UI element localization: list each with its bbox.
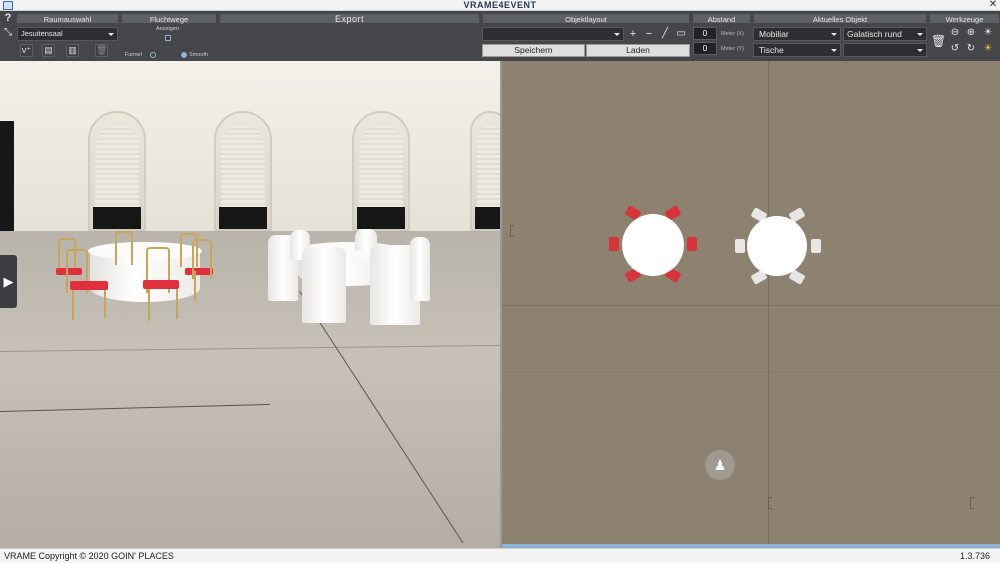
lightbulb-icon[interactable]: ☀ — [982, 27, 994, 39]
add-vertex-icon[interactable]: v⁺ — [20, 44, 33, 57]
open-folder-icon[interactable]: ▤ — [42, 44, 55, 57]
chevron-down-icon — [108, 33, 114, 36]
minus-icon[interactable]: − — [643, 28, 655, 40]
folder-icon[interactable]: ▭ — [675, 28, 687, 40]
red-chair-top[interactable] — [687, 237, 697, 251]
white-chair-top[interactable] — [735, 239, 745, 253]
help-button[interactable]: ? — [2, 12, 14, 24]
chair-seat — [70, 281, 108, 290]
plan-grid-line — [502, 372, 1000, 373]
camera-position-icon[interactable]: ♟ — [705, 450, 735, 480]
copyright-text: VRAME Copyright © 2020 GOIN' PLACES — [4, 551, 174, 561]
object-select[interactable]: Galatisch rund — [843, 27, 927, 41]
white-chair[interactable] — [410, 237, 430, 301]
chair-leg — [72, 290, 74, 320]
subcategory-select[interactable]: Tische — [753, 43, 841, 57]
funnel-label: Funnel — [125, 52, 142, 58]
rotate-right-icon[interactable]: ↻ — [965, 43, 977, 55]
variant-select[interactable] — [843, 43, 927, 57]
category-select[interactable]: Mobiliar — [753, 27, 841, 41]
edit-icon[interactable]: ╱ — [659, 28, 671, 40]
subcategory-value: Tische — [759, 45, 784, 55]
speichern-button[interactable]: Speichern — [482, 44, 585, 57]
trash-icon[interactable]: 🗑 — [95, 44, 108, 57]
funnel-radio[interactable] — [150, 52, 156, 58]
plan-grid-line — [502, 305, 1000, 306]
app-root: VRAME4EVENT ✕ ? ⤡ Raumauswahl Jesuitensa… — [0, 0, 1000, 563]
category-value: Mobiliar — [759, 29, 789, 39]
red-chair-top[interactable] — [609, 237, 619, 251]
export-button[interactable]: Export — [219, 13, 480, 24]
wall-marker — [970, 497, 974, 509]
import-icon[interactable]: ▥ — [66, 44, 79, 57]
trash-icon[interactable]: 🗑 — [931, 35, 946, 47]
arch-window — [214, 111, 272, 231]
chair-seat — [143, 280, 179, 289]
fluchtwege-header: Fluchtwege — [121, 13, 217, 24]
gala-table-top-view[interactable] — [622, 214, 684, 276]
smooth-label: Smooth — [189, 52, 208, 58]
abstand-y-unit: Meter (Y) — [721, 46, 744, 52]
aktuelles-objekt-header: Aktuelles Objekt — [753, 13, 927, 24]
anzeigen-label: Anzeigen — [156, 26, 179, 32]
chair-leg — [176, 289, 178, 319]
plus-icon[interactable]: + — [627, 28, 639, 40]
smooth-radio[interactable] — [181, 52, 187, 58]
zoom-out-icon[interactable]: ⊖ — [949, 27, 961, 39]
close-icon[interactable]: ✕ — [988, 0, 998, 10]
wall-marker — [768, 497, 772, 509]
objektlayout-header: Objektlayout — [482, 13, 690, 24]
2d-plan-view[interactable]: ♟ — [502, 61, 1000, 548]
3d-view[interactable]: ▶ — [0, 61, 500, 548]
rotate-left-icon[interactable]: ↺ — [949, 43, 961, 55]
white-chair[interactable] — [302, 247, 346, 323]
wall-pillar — [0, 121, 14, 231]
chevron-down-icon — [917, 33, 923, 36]
abstand-header: Abstand — [692, 13, 751, 24]
layout-select[interactable] — [482, 27, 624, 41]
white-table-top-view[interactable] — [747, 216, 807, 276]
room-select-value: Jesuitensaal — [21, 29, 63, 38]
object-value: Galatisch rund — [847, 29, 902, 39]
arch-window — [352, 111, 410, 231]
arch-window — [88, 111, 146, 231]
title-bar: VRAME4EVENT ✕ — [0, 0, 1000, 11]
collapse-icon[interactable]: ⤡ — [2, 27, 14, 39]
version-text: 1.3.736 — [959, 551, 990, 561]
abstand-y-input[interactable]: 0 — [693, 42, 717, 55]
werkzeuge-header: Werkzeuge — [929, 13, 1000, 24]
arch-window — [470, 111, 500, 231]
room-select[interactable]: Jesuitensaal — [17, 27, 118, 41]
anzeigen-checkbox[interactable] — [165, 35, 171, 41]
app-logo: VRAME4EVENT — [463, 0, 537, 10]
wall-marker — [510, 225, 514, 237]
chevron-down-icon — [831, 49, 837, 52]
status-bar: VRAME Copyright © 2020 GOIN' PLACES 1.3.… — [0, 548, 1000, 563]
chevron-down-icon — [831, 33, 837, 36]
zoom-in-icon[interactable]: ⊕ — [965, 27, 977, 39]
chair-leg — [194, 271, 196, 301]
lightbulb-active-icon[interactable]: ☀ — [982, 43, 994, 55]
chair-leg — [148, 289, 150, 321]
abstand-x-input[interactable]: 0 — [693, 27, 717, 40]
expand-panel-button[interactable]: ▶ — [0, 255, 17, 308]
gold-chair[interactable] — [115, 231, 133, 265]
chevron-down-icon — [917, 49, 923, 52]
toolbar: ? ⤡ Raumauswahl Jesuitensaal v⁺ ▤ ▥ 🗑 Fl… — [0, 11, 1000, 61]
chevron-down-icon — [614, 33, 620, 36]
laden-button[interactable]: Laden — [586, 44, 690, 57]
raumauswahl-header: Raumauswahl — [16, 13, 119, 24]
abstand-x-unit: Meter (X) — [721, 31, 744, 37]
white-chair-top[interactable] — [811, 239, 821, 253]
chair-leg — [104, 290, 106, 318]
